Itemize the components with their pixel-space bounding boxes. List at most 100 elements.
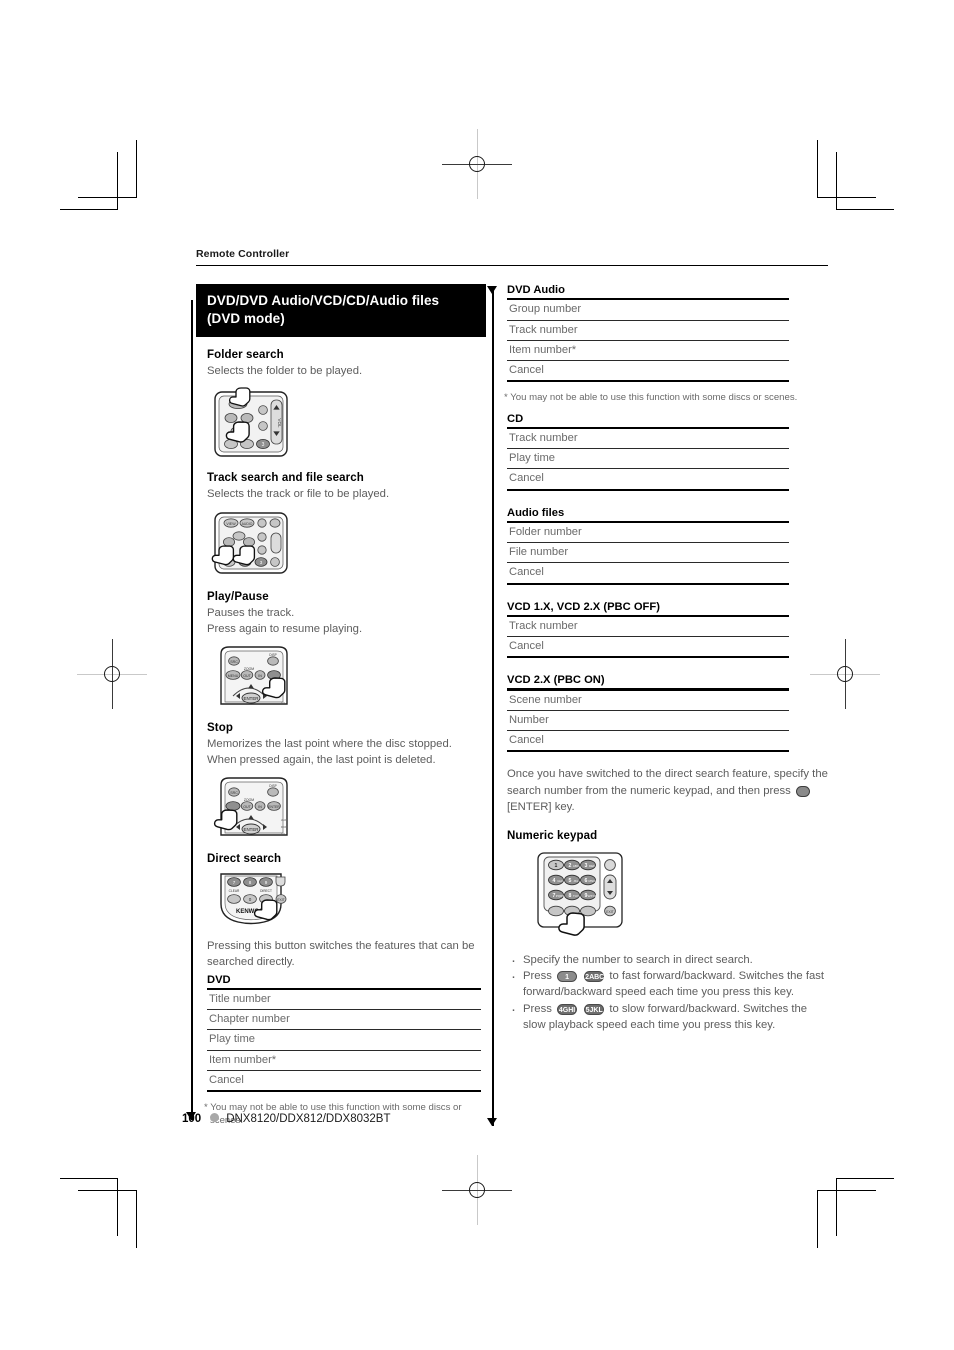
svg-text:IN: IN xyxy=(258,674,262,678)
key-2abc-icon: 2ABC xyxy=(584,970,605,982)
table-row: Scene number xyxy=(507,691,789,712)
svg-text:EXIT: EXIT xyxy=(277,898,285,902)
heading-direct-search: Direct search xyxy=(207,852,282,865)
bullet-1-text-before: Press xyxy=(523,969,552,982)
svg-text:8: 8 xyxy=(569,893,572,899)
direct-search-note-part1: Once you have switched to the direct sea… xyxy=(507,768,828,797)
heading-stop: Stop xyxy=(207,721,233,734)
desc-folder-search: Selects the folder to be played. xyxy=(207,364,363,377)
table-row: Title number xyxy=(207,990,481,1011)
svg-text:5: 5 xyxy=(569,878,572,884)
illustration-remote-numeric-keypad: 1 2 ABC 3 DEF 4 GHI 5 JKL 6 MNO 7 PQRS 8… xyxy=(518,849,828,941)
crop-mark-top-right-h2 xyxy=(836,209,894,211)
svg-text:DEF: DEF xyxy=(589,864,595,868)
table-row: Cancel xyxy=(507,563,789,585)
svg-text:CLEAR: CLEAR xyxy=(229,889,240,893)
table-row: Play time xyxy=(507,449,789,470)
running-head-rule xyxy=(196,265,828,266)
registration-mark-right xyxy=(810,639,880,709)
svg-text:TV: TV xyxy=(281,832,285,836)
svg-text:0: 0 xyxy=(249,897,252,902)
svg-text:3: 3 xyxy=(260,560,263,565)
table-dvd-audio: DVD Audio Group number Track number Item… xyxy=(507,284,789,383)
footer-model-list: DNX8120/DDX812/DDX8032BT xyxy=(226,1113,391,1125)
crop-mark-top-left-h2 xyxy=(60,209,118,211)
table-cd-title: CD xyxy=(507,412,524,425)
table-vcd-pbc-off: VCD 1.X, VCD 2.X (PBC OFF) Track number … xyxy=(507,601,789,659)
svg-text:EXIT: EXIT xyxy=(606,910,614,914)
desc-stop: Memorizes the last point where the disc … xyxy=(207,737,452,766)
table-row: Cancel xyxy=(507,361,789,383)
svg-text:AUD: AUD xyxy=(281,818,288,822)
desc-track-search: Selects the track or file to be played. xyxy=(207,487,390,500)
illustration-remote-direct-search: 7 8 9 CLEAR DIRECT 0 EXIT KENWOOD xyxy=(207,872,486,928)
numeric-keypad-bullets: Specify the number to search in direct s… xyxy=(507,950,828,1034)
registration-mark-bottom xyxy=(442,1155,512,1225)
section-banner: DVD/DVD Audio/VCD/CD/Audio files (DVD mo… xyxy=(196,284,486,337)
crop-mark-top-left-v1 xyxy=(136,140,138,198)
manual-page: Remote Controller DVD/DVD Audio/VCD/CD/A… xyxy=(0,0,954,1350)
crop-mark-bottom-left-v2 xyxy=(117,1178,119,1236)
key-2abc-label: 2ABC xyxy=(585,973,605,981)
svg-text:8: 8 xyxy=(249,880,252,885)
crop-mark-top-left-v2 xyxy=(117,152,119,210)
svg-text:SRC: SRC xyxy=(230,660,238,664)
table-row: File number xyxy=(507,543,789,564)
direct-search-note-part2: [ENTER] key. xyxy=(507,801,575,814)
crop-mark-top-right-h1 xyxy=(818,197,876,199)
crop-mark-bottom-right-h2 xyxy=(836,1178,894,1180)
page-number: 100 xyxy=(182,1113,202,1125)
svg-text:DIRECT: DIRECT xyxy=(260,889,272,893)
svg-text:JKL: JKL xyxy=(573,879,579,883)
table-row: Play time xyxy=(207,1030,481,1051)
table-dvd-title: DVD xyxy=(207,973,231,986)
table-row: Item number* xyxy=(207,1051,481,1071)
crop-mark-bottom-right-h1 xyxy=(818,1190,876,1192)
list-item: Specify the number to search in direct s… xyxy=(507,950,828,972)
svg-text:TV: TV xyxy=(281,701,285,705)
table-vcd-pbc-on: VCD 2.X (PBC ON) Scene number Number Can… xyxy=(507,674,789,753)
table-audio-files: Audio files Folder number File number Ca… xyxy=(507,507,789,585)
table-row: Chapter number xyxy=(207,1010,481,1031)
key-1-icon: 1 xyxy=(557,970,578,982)
table-row: Number xyxy=(507,711,789,732)
table-row: Item number* xyxy=(507,341,789,361)
enter-key-icon xyxy=(795,785,810,797)
footer-dot-icon xyxy=(210,1113,220,1122)
svg-text:WXYZ: WXYZ xyxy=(588,894,597,898)
crop-mark-top-right-v2 xyxy=(836,152,838,210)
key-4ghi-label: 4GHI xyxy=(558,1006,576,1014)
table-row: Cancel xyxy=(507,469,789,491)
svg-text:SRC: SRC xyxy=(230,791,238,795)
svg-text:3: 3 xyxy=(585,863,588,869)
illustration-remote-stop: SRC DISP ZOOM OUT IN ENTER ENTER AUD DVD xyxy=(207,775,486,839)
key-1-label: 1 xyxy=(565,973,569,981)
pointing-hand-icon xyxy=(228,387,251,407)
key-5jkl-icon: 5JKL xyxy=(584,1003,605,1015)
table-vcd-pbc-off-title: VCD 1.X, VCD 2.X (PBC OFF) xyxy=(507,600,660,613)
list-item: Press 4GHI 5JKL to slow forward/backward… xyxy=(507,999,828,1034)
svg-text:ABC: ABC xyxy=(573,864,580,868)
svg-text:3: 3 xyxy=(262,442,265,448)
key-5jkl-label: 5JKL xyxy=(585,1006,603,1014)
svg-text:ENTER: ENTER xyxy=(268,805,280,809)
right-column: DVD Audio Group number Track number Item… xyxy=(496,284,828,1033)
registration-mark-left xyxy=(77,639,147,709)
svg-text:OUT: OUT xyxy=(243,805,251,809)
table-vcd-pbc-on-title: VCD 2.X (PBC ON) xyxy=(507,674,605,687)
svg-text:GHI: GHI xyxy=(557,879,563,883)
svg-text:9: 9 xyxy=(265,880,268,885)
crop-mark-bottom-left-v1 xyxy=(136,1190,138,1248)
desc-play-pause: Pauses the track. Press again to resume … xyxy=(207,606,363,635)
illustration-remote-folder-search: 3 VOL xyxy=(207,386,486,458)
svg-text:DISP: DISP xyxy=(269,653,276,657)
crop-mark-bottom-right-v1 xyxy=(817,1190,819,1248)
illustration-remote-play-pause: SRC DISP ZOOM MENU OUT IN ENTER TV xyxy=(207,644,486,708)
bullet-2-text-before: Press xyxy=(523,1002,552,1015)
left-column: DVD/DVD Audio/VCD/CD/Audio files (DVD mo… xyxy=(196,284,486,1128)
crop-mark-bottom-left-h2 xyxy=(60,1178,118,1180)
table-row: Cancel xyxy=(507,637,789,659)
svg-text:DISP: DISP xyxy=(269,784,276,788)
table-cd: CD Track number Play time Cancel xyxy=(507,413,789,491)
table-row: Cancel xyxy=(207,1071,481,1092)
